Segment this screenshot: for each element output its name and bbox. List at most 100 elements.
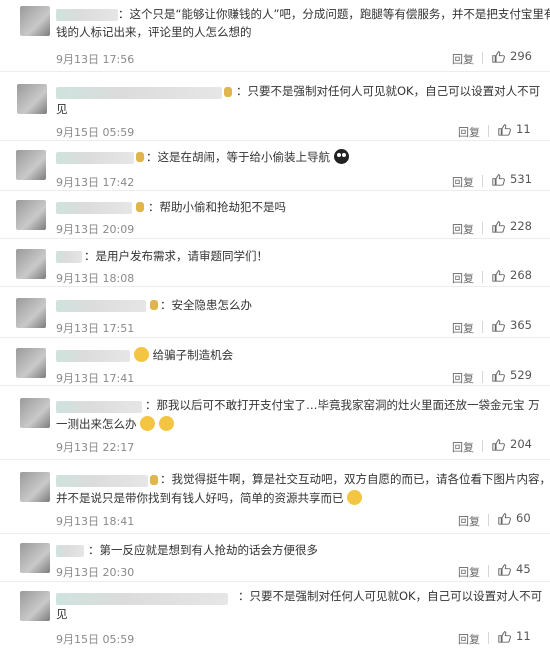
timestamp: 9月13日 17:56 bbox=[56, 53, 135, 66]
comment-item: ：安全隐患怎么办 9月13日 17:51 回复 365 bbox=[0, 287, 550, 338]
comment-item: 给骗子制造机会 9月13日 17:41 回复 529 bbox=[0, 338, 550, 386]
avatar[interactable] bbox=[20, 398, 50, 428]
avatar[interactable] bbox=[16, 200, 46, 230]
avatar[interactable] bbox=[20, 591, 50, 621]
comment-text-body: 并不是说只是带你找到有钱人好吗，简单的资源共享而已 bbox=[56, 491, 344, 505]
divider bbox=[482, 371, 483, 383]
like-button[interactable]: 60 bbox=[498, 511, 531, 525]
thumbs-up-icon bbox=[492, 173, 505, 186]
reply-button[interactable]: 回复 bbox=[458, 513, 480, 529]
username-blurred[interactable] bbox=[56, 9, 118, 21]
comment-text-cont: 见 bbox=[56, 102, 68, 116]
comment-item: ：只要不是强制对任何人可见就OK，自己可以设置对人不可 见 9月15日 05:5… bbox=[0, 72, 550, 141]
reply-button[interactable]: 回复 bbox=[452, 370, 474, 386]
reply-button[interactable]: 回复 bbox=[452, 439, 474, 455]
like-button[interactable]: 11 bbox=[498, 122, 531, 136]
reply-button[interactable]: 回复 bbox=[458, 631, 480, 647]
thumbs-up-icon bbox=[498, 630, 511, 643]
comment-item: ：我觉得挺牛啊，算是社交互动吧，双方自愿的而已，请各位看下图片内容， 并不是说只… bbox=[0, 460, 550, 534]
divider bbox=[488, 514, 489, 526]
emoji-icon bbox=[158, 416, 174, 431]
vip-badge-icon bbox=[150, 300, 158, 310]
comment-text-body: 一测出来怎么办 bbox=[56, 417, 137, 431]
username-blurred[interactable] bbox=[56, 350, 130, 362]
divider bbox=[482, 321, 483, 333]
like-button[interactable]: 228 bbox=[492, 219, 532, 233]
comment-item: ：只要不是强制对任何人可见就OK，自己可以设置对人不可 见 9月15日 05:5… bbox=[0, 582, 550, 652]
reply-button[interactable]: 回复 bbox=[458, 564, 480, 580]
timestamp: 9月13日 20:30 bbox=[56, 566, 135, 579]
username-blurred[interactable] bbox=[56, 545, 84, 557]
avatar[interactable] bbox=[16, 298, 46, 328]
username-blurred[interactable] bbox=[56, 152, 134, 164]
reply-button[interactable]: 回复 bbox=[452, 221, 474, 237]
username-blurred[interactable] bbox=[56, 593, 228, 605]
like-count: 204 bbox=[510, 437, 532, 451]
username-blurred[interactable] bbox=[56, 87, 222, 99]
comment-item: ：这是在胡闹，等于给小偷装上导航 9月13日 17:42 回复 531 bbox=[0, 141, 550, 191]
like-button[interactable]: 268 bbox=[492, 268, 532, 282]
reply-button[interactable]: 回复 bbox=[458, 124, 480, 140]
like-count: 45 bbox=[516, 562, 531, 576]
username-blurred[interactable] bbox=[56, 300, 146, 312]
thumbs-up-icon bbox=[492, 369, 505, 382]
comment-text: ：安全隐患怎么办 bbox=[160, 298, 252, 312]
comment-item: ：第一反应就是想到有人抢劫的话会方便很多 9月13日 20:30 回复 45 bbox=[0, 534, 550, 582]
username-blurred[interactable] bbox=[56, 202, 132, 214]
reply-button[interactable]: 回复 bbox=[452, 320, 474, 336]
divider bbox=[488, 565, 489, 577]
reply-button[interactable]: 回复 bbox=[452, 174, 474, 190]
avatar[interactable] bbox=[16, 348, 46, 378]
comment-text: ：这个只是“能够让你赚钱的人”吧，分成问题，跑腿等有偿服务，并不是把支付宝里有 bbox=[118, 7, 550, 21]
emoji-icon bbox=[134, 347, 149, 362]
comment-item: ：帮助小偷和抢劫犯不是吗 9月13日 20:09 回复 228 bbox=[0, 191, 550, 239]
comment-text: ：第一反应就是想到有人抢劫的话会方便很多 bbox=[88, 543, 318, 557]
reply-button[interactable]: 回复 bbox=[452, 270, 474, 286]
comment-text: ：是用户发布需求，请审题同学们！ bbox=[84, 249, 268, 263]
like-count: 11 bbox=[516, 122, 531, 136]
thumbs-up-icon bbox=[492, 438, 505, 451]
avatar[interactable] bbox=[20, 6, 50, 36]
thumbs-up-icon bbox=[498, 123, 511, 136]
avatar[interactable] bbox=[17, 84, 47, 114]
comment-text-cont: 见 bbox=[56, 607, 68, 621]
comment-text-body: 给骗子制造机会 bbox=[152, 348, 234, 362]
emoji-icon bbox=[347, 490, 363, 505]
comment-text: 给骗子制造机会 bbox=[134, 347, 233, 364]
like-button[interactable]: 204 bbox=[492, 437, 532, 451]
comment-text-cont: 并不是说只是带你找到有钱人好吗，简单的资源共享而已 bbox=[56, 490, 363, 507]
like-button[interactable]: 45 bbox=[498, 562, 531, 576]
username-blurred[interactable] bbox=[56, 401, 142, 413]
divider bbox=[488, 632, 489, 644]
avatar[interactable] bbox=[16, 249, 46, 279]
like-count: 60 bbox=[516, 511, 531, 525]
like-count: 365 bbox=[510, 318, 532, 332]
avatar[interactable] bbox=[20, 543, 50, 573]
comment-text-cont: 一测出来怎么办 bbox=[56, 416, 174, 433]
like-button[interactable]: 531 bbox=[492, 172, 532, 186]
avatar[interactable] bbox=[16, 150, 46, 180]
username-blurred[interactable] bbox=[56, 475, 148, 487]
like-button[interactable]: 296 bbox=[492, 49, 532, 63]
timestamp: 9月13日 18:08 bbox=[56, 272, 135, 285]
timestamp: 9月13日 18:41 bbox=[56, 515, 135, 528]
divider bbox=[482, 52, 483, 64]
reply-button[interactable]: 回复 bbox=[452, 51, 474, 67]
comment-text-cont: 钱的人标记出来，评论里的人怎么想的 bbox=[56, 25, 252, 39]
timestamp: 9月15日 05:59 bbox=[56, 633, 135, 646]
divider bbox=[482, 175, 483, 187]
avatar[interactable] bbox=[20, 472, 50, 502]
like-button[interactable]: 365 bbox=[492, 318, 532, 332]
comment-text: ：只要不是强制对任何人可见就OK，自己可以设置对人不可 bbox=[236, 84, 541, 98]
timestamp: 9月13日 20:09 bbox=[56, 223, 135, 236]
comment-text-body: ：这是在胡闹，等于给小偷装上导航 bbox=[146, 150, 330, 164]
comment-item: ：那我以后可不敢打开支付宝了…毕竟我家窑洞的灶火里面还放一袋金元宝 万 一测出来… bbox=[0, 386, 550, 460]
timestamp: 9月13日 22:17 bbox=[56, 441, 135, 454]
comment-list: ：这个只是“能够让你赚钱的人”吧，分成问题，跑腿等有偿服务，并不是把支付宝里有 … bbox=[0, 0, 550, 652]
emoji-icon bbox=[140, 416, 156, 431]
like-button[interactable]: 529 bbox=[492, 368, 532, 382]
username-blurred[interactable] bbox=[56, 251, 82, 263]
comment-item: ：是用户发布需求，请审题同学们！ 9月13日 18:08 回复 268 bbox=[0, 239, 550, 287]
comment-text: ：帮助小偷和抢劫犯不是吗 bbox=[148, 200, 286, 214]
like-button[interactable]: 11 bbox=[498, 629, 531, 643]
